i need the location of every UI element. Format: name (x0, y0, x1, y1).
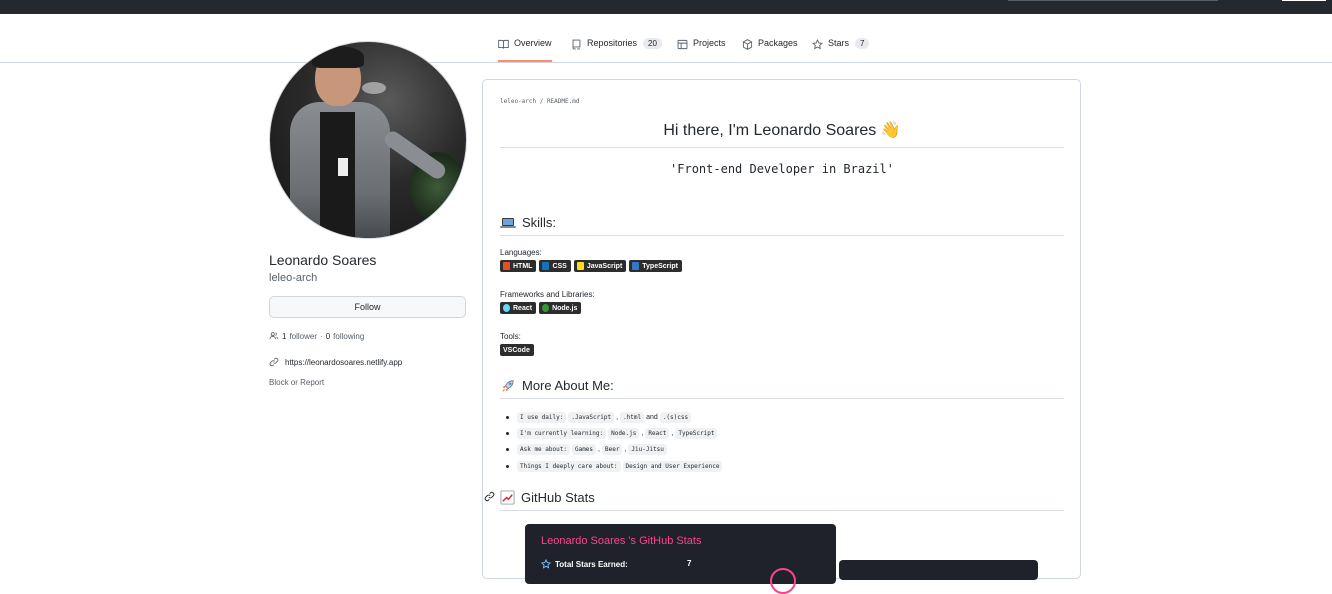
languages-badges: HTML CSS JavaScript TypeScript (500, 260, 682, 272)
list-item: I'm currently learning: Node.js, React, … (500, 425, 724, 441)
header-button[interactable] (1282, 0, 1326, 1)
avatar-hair (312, 46, 364, 68)
tab-label: Projects (693, 38, 726, 48)
skills-heading: Skills: (500, 215, 1064, 236)
website-url[interactable]: https://leonardosoares.netlify.app (285, 358, 402, 367)
html5-icon (503, 262, 510, 270)
following-label[interactable]: following (333, 332, 364, 341)
languages-label: Languages: (500, 248, 542, 257)
tab-label: Stars (828, 38, 850, 48)
anchor-link-icon[interactable] (484, 491, 495, 502)
following-count[interactable]: 0 (326, 332, 330, 341)
badge-html[interactable]: HTML (500, 260, 537, 272)
list-item: I use daily: .JavaScript, .html and .(s)c… (500, 409, 724, 425)
readme-panel: leleo-arch / README.md Hi there, I'm Leo… (482, 79, 1081, 579)
avatar[interactable] (269, 41, 467, 239)
github-stats-card: Leonardo Soares 's GitHub Stats Total St… (525, 524, 836, 594)
badge-typescript[interactable]: TypeScript (629, 260, 682, 272)
block-or-report-link[interactable]: Block or Report (269, 378, 324, 387)
follow-button[interactable]: Follow (269, 296, 466, 318)
tab-packages[interactable]: Packages (742, 38, 798, 62)
laptop-icon (500, 217, 516, 228)
stars-count: 7 (855, 38, 870, 49)
link-icon (269, 357, 279, 367)
readme-title: Hi there, I'm Leonardo Soares 👋 (500, 120, 1064, 148)
repositories-count: 20 (643, 38, 662, 49)
star-icon (541, 559, 551, 569)
tab-label: Repositories (587, 38, 638, 48)
avatar-badge (338, 158, 348, 176)
profile-name: Leonardo Soares (269, 252, 377, 268)
about-heading: More About Me: (500, 378, 1064, 399)
javascript-icon (576, 262, 584, 270)
badge-vscode[interactable]: VSCode (500, 344, 534, 356)
frameworks-label: Frameworks and Libraries: (500, 290, 595, 299)
followers-separator: · (320, 331, 323, 341)
stats-row: Total Stars Earned: (541, 559, 628, 569)
css3-icon (542, 262, 550, 270)
rank-ring (770, 568, 796, 594)
tab-overview[interactable]: Overview (498, 38, 552, 62)
rocket-icon (502, 379, 514, 392)
typescript-icon (632, 262, 640, 270)
avatar-light (362, 82, 386, 94)
badge-react[interactable]: React (500, 302, 537, 314)
list-item: Ask me about: Games, Beer, Jiu-Jitsu (500, 442, 724, 458)
package-icon (742, 39, 753, 50)
book-icon (498, 39, 509, 49)
table-icon (677, 39, 688, 50)
tools-label: Tools: (500, 332, 521, 341)
stats-card-title: Leonardo Soares 's GitHub Stats (541, 535, 702, 547)
global-header (0, 0, 1332, 14)
followers-label[interactable]: follower (289, 332, 317, 341)
tab-stars[interactable]: Stars 7 (812, 38, 870, 62)
chart-increasing-icon (500, 490, 515, 505)
search-input[interactable] (1008, 0, 1218, 1)
followers-count[interactable]: 1 (282, 332, 286, 341)
tab-projects[interactable]: Projects (677, 38, 726, 62)
profile-tab-nav: Overview Repositories 20 Projects Packag… (0, 30, 1332, 63)
followers-info: 1 follower · 0 following (269, 331, 364, 341)
star-icon (812, 39, 823, 50)
react-icon (503, 304, 510, 312)
top-languages-card (839, 560, 1038, 580)
tools-badges: VSCode (500, 344, 534, 356)
tab-repositories[interactable]: Repositories 20 (571, 38, 662, 62)
stats-row-value: 7 (687, 559, 692, 568)
people-icon (269, 332, 279, 340)
stats-heading: GitHub Stats (500, 490, 1064, 511)
badge-css[interactable]: CSS (539, 260, 571, 272)
list-item: Things I deeply care about: Design and U… (500, 458, 724, 474)
repo-icon (572, 39, 581, 50)
readme-path[interactable]: leleo-arch / README.md (500, 98, 579, 105)
readme-subtitle: 'Front-end Developer in Brazil' (670, 162, 894, 176)
badge-javascript[interactable]: JavaScript (573, 260, 627, 272)
tab-label: Overview (514, 38, 552, 48)
badge-nodejs[interactable]: Node.js (539, 302, 582, 314)
nodejs-icon (542, 304, 550, 312)
website-link[interactable]: https://leonardosoares.netlify.app (269, 357, 402, 367)
frameworks-badges: React Node.js (500, 302, 582, 314)
about-list: I use daily: .JavaScript, .html and .(s)c… (500, 409, 724, 474)
tab-label: Packages (758, 38, 798, 48)
profile-login: leleo-arch (269, 272, 318, 284)
